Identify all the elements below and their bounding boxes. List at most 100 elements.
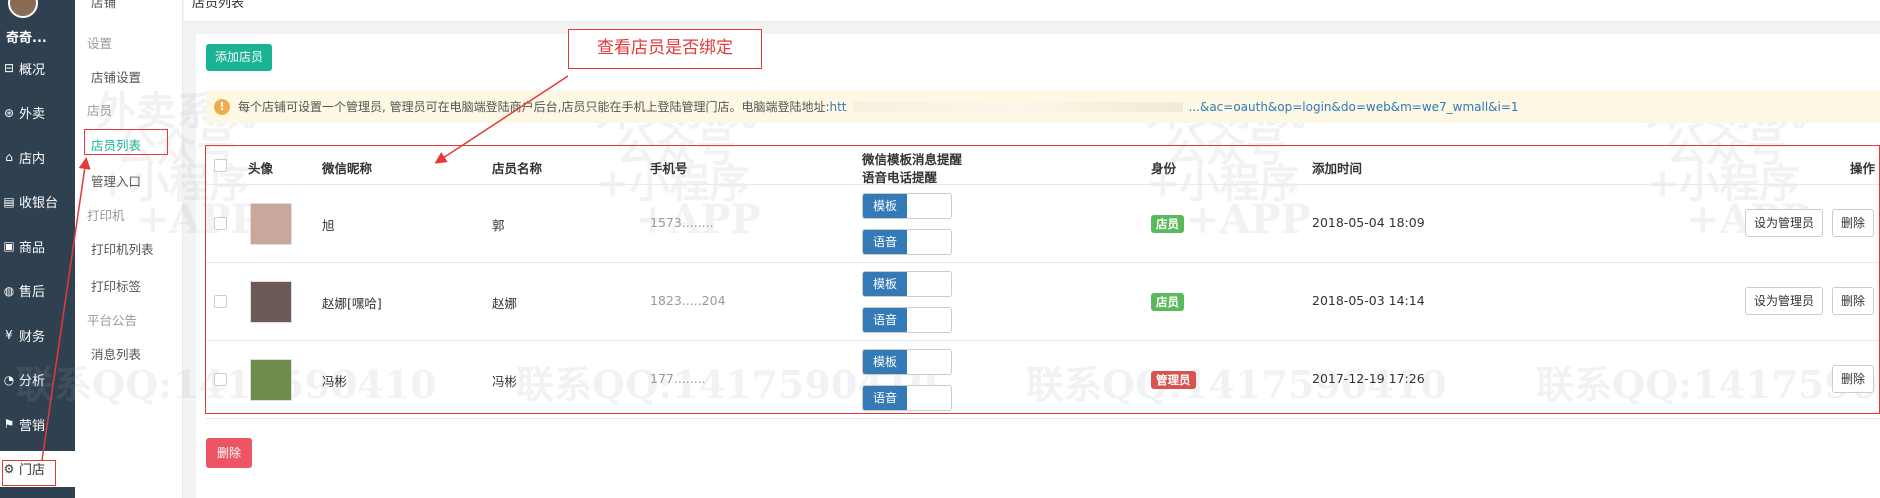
clerk-avatar xyxy=(250,203,292,245)
clerk-phone: 1823.....204 xyxy=(650,293,726,308)
annotation-callout: 查看店员是否绑定 xyxy=(568,29,762,69)
col-role: 身份 xyxy=(1151,161,1177,176)
nav-item-9[interactable]: ⚑ 营销 xyxy=(0,406,75,442)
subnav-group-settings: 设置 xyxy=(87,36,113,51)
subnav-group-notice: 平台公告 xyxy=(87,313,138,328)
nav-item-8[interactable]: ◔ 分析 xyxy=(0,362,75,398)
tip-text: 每个店铺可设置一个管理员, 管理员可在电脑端登陆商户后台,店员只能在手机上登陆管… xyxy=(238,100,830,114)
col-phone: 手机号 xyxy=(650,161,688,176)
nav-item-label: 店内 xyxy=(19,151,46,167)
main-panel: 外卖系统公众号 +小程序+APP 外卖系统公众号 +小程序+APP 外卖系统公众… xyxy=(16,34,1880,498)
nav-item-1[interactable]: ⊟ 概况 xyxy=(0,50,75,86)
nav-item-label: 营销 xyxy=(19,418,46,434)
template-notify-toggle[interactable]: 模板 xyxy=(862,193,952,219)
nav-item-4[interactable]: ▤ 收银台 xyxy=(0,184,75,220)
add-clerk-button[interactable]: 添加店员 xyxy=(206,44,273,71)
table-header-row: 头像 微信昵称 店员名称 手机号 微信模板消息提醒 语音电话提醒 身份 添加时间… xyxy=(206,145,1880,185)
col-clerk-name: 店员名称 xyxy=(492,161,543,176)
col-actions: 操作 xyxy=(1850,161,1876,176)
subnav-group-print: 打印机 xyxy=(87,208,125,223)
nav-item-6[interactable]: ◍ 售后 xyxy=(0,273,75,309)
template-toggle-label: 模板 xyxy=(863,272,907,296)
cashier-icon: ▤ xyxy=(3,194,15,209)
clerk-wechat-nick: 旭 xyxy=(322,218,335,233)
clerk-added-time: 2018-05-03 14:14 xyxy=(1312,293,1425,308)
role-badge: 店员 xyxy=(1151,293,1184,311)
row-delete-button[interactable]: 删除 xyxy=(1832,209,1875,237)
nav-item-3[interactable]: ⌂ 店内 xyxy=(0,139,75,175)
tip-link-end[interactable]: ...&ac=oauth&op=login&do=web&m=we7_wmall… xyxy=(1189,100,1519,114)
bulk-delete-button[interactable]: 删除 xyxy=(206,438,253,468)
clerk-phone: 177........ xyxy=(650,371,706,386)
app-root: 奇奇... ⊟ 概况 ⊛ 外卖 ⌂ 店内 ▤ 收银台 ▣ 商品 ◍ 售后 ¥ 财务 ◔ 分析 ⚑ 营销 ⚙ 门店 店铺… xyxy=(0,0,1880,498)
voice-toggle-label: 语音 xyxy=(863,386,907,410)
template-notify-toggle[interactable]: 模板 xyxy=(862,271,952,297)
subnav-item-printer-list[interactable]: 打印机列表 xyxy=(91,239,154,258)
template-toggle-label: 模板 xyxy=(863,194,907,218)
table-row: 旭 郭 1573........ 模板语音 店员 2018-05-04 18:09 设为管理… xyxy=(206,185,1880,263)
clerk-name: 冯彬 xyxy=(492,374,518,389)
nav-item-label: 财务 xyxy=(19,329,46,345)
tip-link-redacted xyxy=(852,101,1183,112)
row-delete-button[interactable]: 删除 xyxy=(1832,287,1875,315)
nav-item-label: 售后 xyxy=(19,285,46,300)
marketing-icon: ⚑ xyxy=(3,417,15,431)
finance-icon: ¥ xyxy=(5,328,13,342)
template-notify-toggle[interactable]: 模板 xyxy=(862,349,952,375)
delivery-icon: ⊛ xyxy=(3,105,15,120)
set-admin-button[interactable]: 设为管理员 xyxy=(1745,209,1824,237)
voice-notify-toggle[interactable]: 语音 xyxy=(862,385,952,411)
user-avatar[interactable] xyxy=(8,0,38,18)
tip-link-start[interactable]: htt xyxy=(830,100,847,114)
table-row: 赵娜[嘿哈] 赵娜 1823.....204 模板语音 店员 2018-05-03 14:… xyxy=(206,263,1880,341)
table-row: 冯彬 冯彬 177........ 模板 语音 管理员 2017-12-19 17:26 删除 xyxy=(206,341,1880,419)
clerk-phone: 1573........ xyxy=(650,215,714,230)
after-sales-icon: ◍ xyxy=(3,283,15,298)
nav-item-5[interactable]: ▣ 商品 xyxy=(0,228,75,264)
voice-notify-toggle[interactable]: 语音 xyxy=(862,229,952,255)
voice-notify-toggle[interactable]: 语音 xyxy=(862,307,952,333)
role-badge: 店员 xyxy=(1151,215,1184,233)
nav-item-label: 收银台 xyxy=(19,196,59,211)
info-tip: ! 每个店铺可设置一个管理员, 管理员可在电脑端登陆商户后台,店员只能在手机上登… xyxy=(206,90,1880,123)
col-notify-voice: 语音电话提醒 xyxy=(862,170,938,185)
goods-icon: ▣ xyxy=(3,239,15,253)
subnav-item-admin-entry[interactable]: 管理入口 xyxy=(91,171,141,190)
row-delete-button[interactable]: 删除 xyxy=(1832,365,1875,393)
clerk-added-time: 2018-05-04 18:09 xyxy=(1312,215,1425,230)
info-icon: ! xyxy=(214,98,230,115)
clerk-wechat-nick: 赵娜[嘿哈] xyxy=(322,296,382,311)
nav-item-2[interactable]: ⊛ 外卖 xyxy=(0,95,75,131)
secondary-nav: 店铺 设置 店铺设置 店员 店员列表 管理入口 打印机 打印机列表 打印标签 平… xyxy=(75,0,183,498)
subnav-item-print-label[interactable]: 打印标签 xyxy=(91,276,141,295)
store-gear-icon: ⚙ xyxy=(3,461,15,476)
analysis-icon: ◔ xyxy=(3,372,15,387)
subnav-item-message-list[interactable]: 消息列表 xyxy=(91,344,141,363)
voice-toggle-label: 语音 xyxy=(863,230,907,254)
subnav-group-clerk: 店员 xyxy=(87,103,113,118)
user-name[interactable]: 奇奇... xyxy=(6,27,47,46)
set-admin-button[interactable]: 设为管理员 xyxy=(1745,287,1824,315)
nav-item-label: 门店 xyxy=(19,463,46,478)
row-checkbox[interactable] xyxy=(214,373,227,386)
nav-item-7[interactable]: ¥ 财务 xyxy=(0,317,75,353)
overview-icon: ⊟ xyxy=(3,61,15,75)
row-checkbox[interactable] xyxy=(214,295,227,308)
dine-in-icon: ⌂ xyxy=(5,150,13,164)
role-badge: 管理员 xyxy=(1151,371,1196,389)
clerk-name: 郭 xyxy=(492,218,505,233)
subnav-item-clerk-list[interactable]: 店员列表 xyxy=(91,135,141,154)
nav-item-label: 分析 xyxy=(19,374,46,389)
clerk-avatar xyxy=(250,281,292,323)
subnav-store[interactable]: 店铺 xyxy=(91,0,116,11)
col-added-time: 添加时间 xyxy=(1312,161,1363,176)
clerk-avatar xyxy=(250,359,292,401)
clerk-name: 赵娜 xyxy=(492,296,518,311)
select-all-checkbox[interactable] xyxy=(214,159,227,172)
page-title: 店员列表 xyxy=(192,0,245,11)
subnav-item-store-settings[interactable]: 店铺设置 xyxy=(91,67,141,86)
nav-item-10[interactable]: ⚙ 门店 xyxy=(0,450,75,487)
row-checkbox[interactable] xyxy=(214,217,227,230)
col-wechat-nick: 微信昵称 xyxy=(322,161,373,176)
page-header: 店员列表 xyxy=(184,0,1880,22)
